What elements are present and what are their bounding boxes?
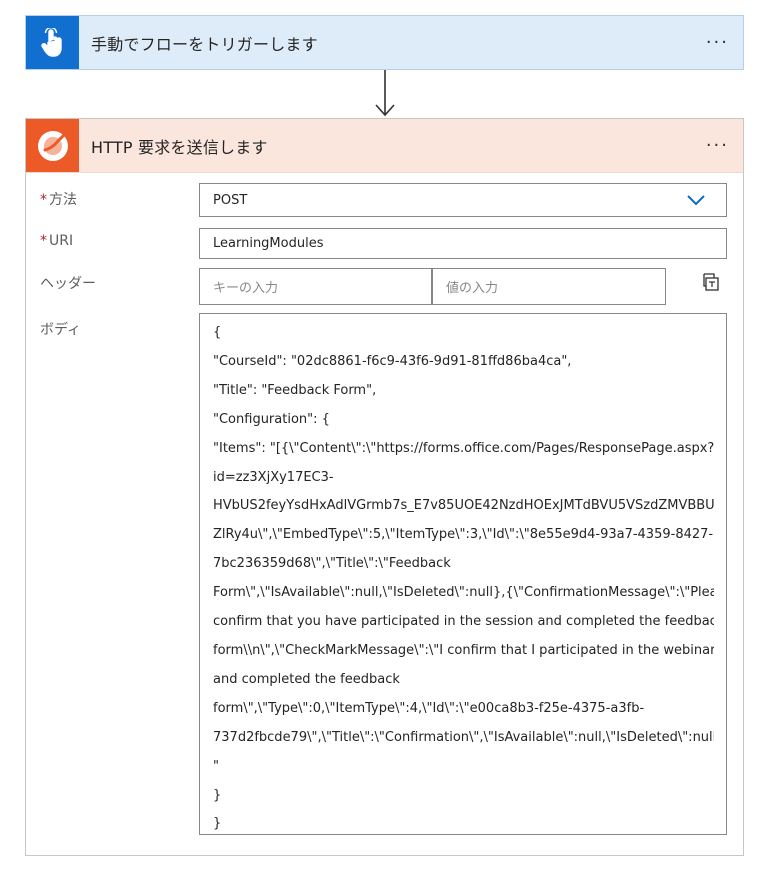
- body-line: "CourseId": "02dc8861-f6c9-43f6-9d91-81f…: [213, 353, 572, 369]
- method-label-text: 方法: [49, 192, 77, 208]
- body-line: "Items": "[{\"Content\":\"https://forms.…: [213, 440, 714, 456]
- method-select[interactable]: POST: [199, 183, 727, 217]
- uri-label-text: URI: [49, 233, 74, 249]
- body-line: }: [213, 816, 222, 832]
- header-label: ヘッダー: [40, 276, 96, 292]
- trigger-card-header[interactable]: 手動でフローをトリガーします ···: [26, 16, 743, 69]
- required-asterisk: *: [40, 192, 47, 208]
- body-line: {: [213, 325, 222, 340]
- body-line: and completed the feedback: [213, 671, 400, 687]
- body-line: Form\",\"IsAvailable\":null,\"IsDeleted\…: [213, 585, 714, 601]
- body-label: ボディ: [40, 322, 82, 338]
- trigger-more-options-button[interactable]: ···: [706, 33, 729, 51]
- body-line: ZlRy4u\",\"EmbedType\":5,\"ItemType\":3,…: [213, 527, 714, 543]
- required-asterisk: *: [40, 233, 47, 249]
- connector-arrow-icon: [375, 70, 395, 117]
- body-textarea[interactable]: { "CourseId": "02dc8861-f6c9-43f6-9d91-81…: [199, 313, 727, 835]
- http-request-card[interactable]: HTTP 要求を送信します ··· * 方法 POST * URI Learning…: [25, 118, 744, 856]
- uri-value: LearningModules: [213, 236, 324, 251]
- body-line: 737d2fbcde79\",\"Title\":\"Confirmation\…: [213, 729, 714, 745]
- http-more-options-button[interactable]: ···: [706, 136, 729, 154]
- header-key-placeholder: キーの入力: [213, 281, 279, 296]
- body-line: id=zz3XjXy17EC3-: [213, 469, 334, 485]
- trigger-card[interactable]: 手動でフローをトリガーします ···: [25, 15, 744, 70]
- sharepoint-http-icon: [37, 130, 68, 161]
- body-line: form\\n\",\"CheckMarkMessage\":\"I confi…: [213, 642, 714, 658]
- trigger-icon-box: [26, 16, 79, 69]
- body-line: 7bc236359d68\",\"Title\":\"Feedback: [213, 556, 451, 572]
- uri-input[interactable]: LearningModules: [199, 228, 727, 259]
- http-title: HTTP 要求を送信します: [91, 137, 268, 157]
- body-line: ": [213, 758, 219, 774]
- method-value: POST: [213, 192, 248, 208]
- header-value-placeholder: 値の入力: [446, 281, 499, 296]
- body-line: HVbUS2feyYsdHxAdlVGrmb7s_E7v85UOE42NzdHO…: [213, 498, 714, 514]
- chevron-down-icon[interactable]: [686, 194, 706, 206]
- switch-to-text-mode-icon[interactable]: [702, 272, 722, 292]
- http-card-header[interactable]: HTTP 要求を送信します ···: [26, 119, 743, 173]
- uri-label: * URI: [40, 233, 73, 249]
- body-line: }: [213, 787, 222, 803]
- body-line: "Title": "Feedback Form",: [213, 382, 377, 398]
- body-line: form\",\"Type\":0,\"ItemType\":4,\"Id\":…: [213, 700, 645, 716]
- method-label: * 方法: [40, 189, 77, 209]
- header-value-input[interactable]: 値の入力: [432, 268, 666, 305]
- header-key-input[interactable]: キーの入力: [199, 268, 432, 305]
- body-line: confirm that you have participated in th…: [213, 614, 714, 630]
- touch-hand-icon: [40, 27, 62, 57]
- body-line: "Configuration": {: [213, 411, 330, 427]
- trigger-title: 手動でフローをトリガーします: [91, 34, 318, 54]
- http-icon-box: [26, 119, 79, 172]
